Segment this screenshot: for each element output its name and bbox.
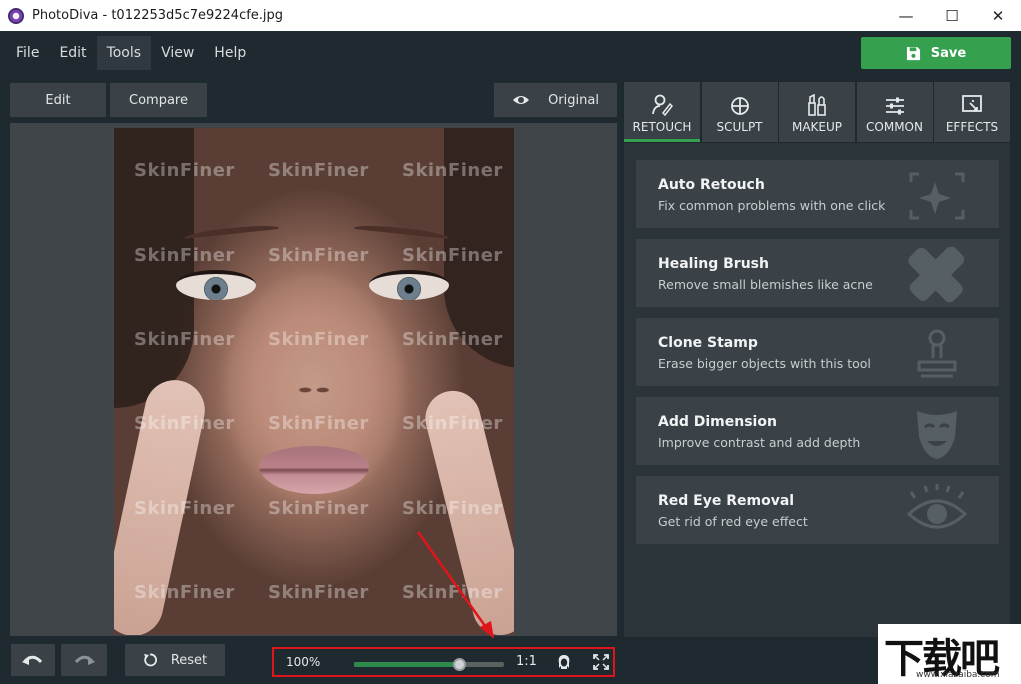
main-menu: File Edit Tools View Help bbox=[6, 36, 256, 70]
tool-tabs: RETOUCH SCULPT MAKEUP COMMON EFFECTS bbox=[624, 82, 1010, 142]
menu-view[interactable]: View bbox=[151, 36, 204, 70]
effects-icon bbox=[961, 90, 983, 116]
image-canvas[interactable]: SkinFiner SkinFiner SkinFiner SkinFiner … bbox=[10, 123, 617, 636]
zoom-slider[interactable] bbox=[354, 658, 504, 671]
bandage-icon bbox=[908, 247, 965, 303]
menu-bar: File Edit Tools View Help Save bbox=[0, 31, 1021, 75]
tab-retouch[interactable]: RETOUCH bbox=[624, 82, 700, 142]
tool-red-eye-removal[interactable]: Red Eye Removal Get rid of red eye effec… bbox=[636, 476, 999, 544]
watermark: SkinFiner bbox=[402, 498, 503, 519]
makeup-icon bbox=[806, 90, 828, 116]
redo-button[interactable] bbox=[61, 644, 107, 676]
undo-icon bbox=[22, 655, 43, 665]
tab-label: COMMON bbox=[866, 120, 923, 134]
tool-auto-retouch[interactable]: Auto Retouch Fix common problems with on… bbox=[636, 160, 999, 228]
save-label: Save bbox=[930, 45, 967, 61]
watermark: SkinFiner bbox=[268, 582, 369, 603]
eye-icon bbox=[513, 96, 530, 104]
tool-description: Fix common problems with one click bbox=[658, 198, 886, 213]
tool-title: Clone Stamp bbox=[658, 335, 758, 351]
tab-label: EFFECTS bbox=[945, 120, 999, 134]
mask-icon bbox=[917, 411, 957, 459]
watermark: SkinFiner bbox=[402, 582, 503, 603]
watermark: SkinFiner bbox=[402, 160, 503, 181]
watermark: SkinFiner bbox=[402, 329, 503, 350]
tab-makeup[interactable]: MAKEUP bbox=[779, 82, 855, 142]
zoom-controls: 100% 1:1 bbox=[272, 647, 615, 677]
maximize-button[interactable]: ☐ bbox=[929, 0, 975, 31]
menu-edit[interactable]: Edit bbox=[49, 36, 96, 70]
tool-clone-stamp[interactable]: Clone Stamp Erase bigger objects with th… bbox=[636, 318, 999, 386]
menu-tools[interactable]: Tools bbox=[96, 36, 152, 70]
watermark: SkinFiner bbox=[268, 160, 369, 181]
watermark: SkinFiner bbox=[134, 160, 235, 181]
tool-title: Healing Brush bbox=[658, 256, 769, 272]
watermark: SkinFiner bbox=[268, 329, 369, 350]
eye-icon bbox=[906, 484, 968, 529]
original-label: Original bbox=[548, 92, 599, 108]
window-title: PhotoDiva - t012253d5c7e9224cfe.jpg bbox=[32, 8, 284, 23]
watermark: SkinFiner bbox=[134, 498, 235, 519]
tab-common[interactable]: COMMON bbox=[856, 82, 933, 142]
reset-icon bbox=[143, 653, 157, 667]
face-icon[interactable] bbox=[556, 654, 572, 670]
sculpt-icon bbox=[730, 90, 750, 116]
reset-button[interactable]: Reset bbox=[125, 644, 225, 676]
menu-help[interactable]: Help bbox=[204, 36, 256, 70]
actual-size-button[interactable]: 1:1 bbox=[516, 654, 537, 669]
site-logo: 下载吧 www.xiazaiba.com bbox=[878, 624, 1021, 684]
floppy-disk-icon bbox=[906, 46, 920, 60]
watermark: SkinFiner bbox=[402, 413, 503, 434]
tab-effects[interactable]: EFFECTS bbox=[934, 82, 1010, 142]
watermark: SkinFiner bbox=[134, 329, 235, 350]
edit-view-button[interactable]: Edit bbox=[10, 83, 106, 117]
retouch-icon bbox=[651, 90, 673, 116]
watermark: SkinFiner bbox=[268, 413, 369, 434]
watermark: SkinFiner bbox=[402, 245, 503, 266]
tool-description: Erase bigger objects with this tool bbox=[658, 356, 871, 371]
title-bar: PhotoDiva - t012253d5c7e9224cfe.jpg — ☐ … bbox=[0, 0, 1021, 31]
zoom-slider-handle[interactable] bbox=[453, 658, 466, 671]
tool-title: Auto Retouch bbox=[658, 177, 765, 193]
tool-description: Improve contrast and add depth bbox=[658, 435, 861, 450]
watermark: SkinFiner bbox=[134, 582, 235, 603]
stamp-icon bbox=[917, 329, 957, 378]
tab-sculpt[interactable]: SCULPT bbox=[701, 82, 778, 142]
reset-label: Reset bbox=[170, 652, 208, 668]
tool-add-dimension[interactable]: Add Dimension Improve contrast and add d… bbox=[636, 397, 999, 465]
fullscreen-icon[interactable] bbox=[593, 654, 609, 670]
portrait-photo: SkinFiner SkinFiner SkinFiner SkinFiner … bbox=[114, 128, 514, 635]
watermark: SkinFiner bbox=[134, 413, 235, 434]
app-logo-icon bbox=[8, 7, 24, 24]
auto-retouch-icon bbox=[909, 172, 965, 220]
tab-label: SCULPT bbox=[716, 120, 763, 134]
window-controls: — ☐ ✕ bbox=[883, 0, 1021, 31]
menu-file[interactable]: File bbox=[6, 36, 49, 70]
undo-button[interactable] bbox=[11, 644, 55, 676]
close-button[interactable]: ✕ bbox=[975, 0, 1021, 31]
compare-button[interactable]: Compare bbox=[110, 83, 207, 117]
watermark: SkinFiner bbox=[134, 245, 235, 266]
original-button[interactable]: Original bbox=[494, 83, 617, 117]
tool-description: Get rid of red eye effect bbox=[658, 514, 808, 529]
tool-title: Add Dimension bbox=[658, 414, 777, 430]
save-button[interactable]: Save bbox=[861, 37, 1011, 69]
zoom-percent: 100% bbox=[286, 655, 321, 669]
sliders-icon bbox=[885, 90, 905, 116]
redo-icon bbox=[74, 655, 95, 665]
minimize-button[interactable]: — bbox=[883, 0, 929, 31]
tool-title: Red Eye Removal bbox=[658, 493, 795, 509]
site-logo-url: www.xiazaiba.com bbox=[916, 670, 1000, 680]
watermark: SkinFiner bbox=[268, 245, 369, 266]
zoom-slider-fill bbox=[354, 662, 459, 667]
watermark: SkinFiner bbox=[268, 498, 369, 519]
tool-healing-brush[interactable]: Healing Brush Remove small blemishes lik… bbox=[636, 239, 999, 307]
tool-description: Remove small blemishes like acne bbox=[658, 277, 873, 292]
tool-panel: Auto Retouch Fix common problems with on… bbox=[624, 143, 1010, 637]
tab-label: RETOUCH bbox=[632, 120, 692, 134]
tab-label: MAKEUP bbox=[791, 120, 843, 134]
